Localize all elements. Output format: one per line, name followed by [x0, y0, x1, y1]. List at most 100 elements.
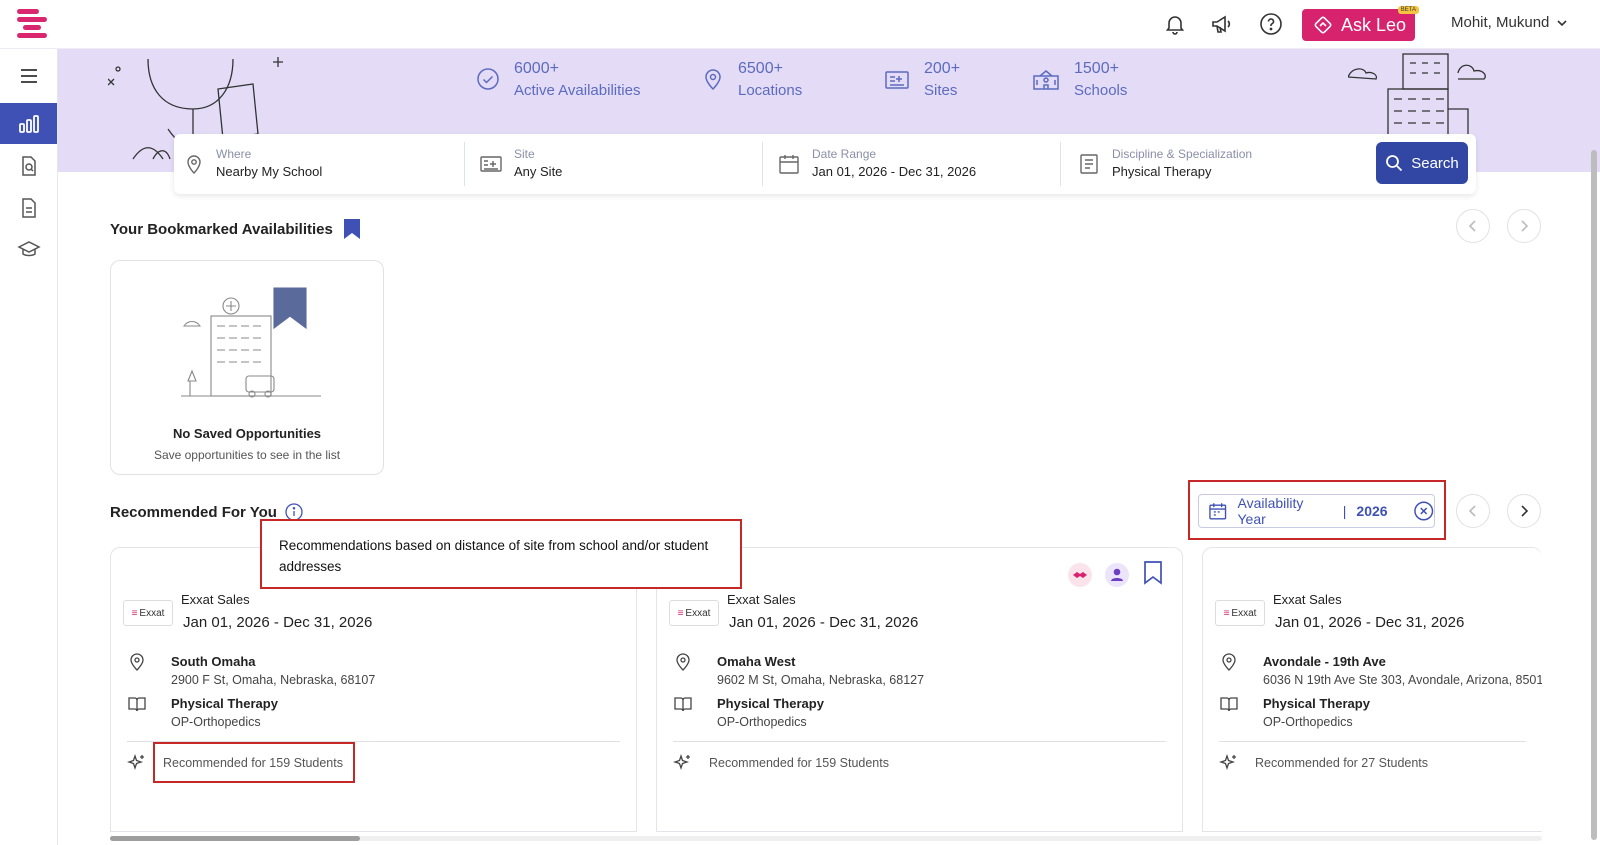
- divider: [1219, 741, 1526, 742]
- sparkle-icon: [673, 753, 690, 771]
- stat-label: Schools: [1074, 82, 1128, 99]
- horizontal-scrollbar-thumb[interactable]: [110, 836, 360, 841]
- card-discipline: Physical Therapy OP-Orthopedics: [673, 694, 824, 732]
- discipline: Physical Therapy: [717, 696, 824, 711]
- recommendation-text: Recommended for 27 Students: [1255, 756, 1429, 770]
- discipline-field[interactable]: Discipline & Specialization Physical Ther…: [1078, 134, 1252, 194]
- clear-filter-icon[interactable]: [1413, 500, 1434, 522]
- stat-number: 200+: [924, 60, 961, 77]
- address: 6036 N 19th Ave Ste 303, Avondale, Arizo…: [1263, 673, 1542, 687]
- vertical-scrollbar[interactable]: [1591, 150, 1597, 840]
- site-field[interactable]: Site Any Site: [480, 134, 562, 194]
- exxat-logo: ≡ Exxat: [123, 600, 173, 626]
- divider: [464, 142, 465, 186]
- dashboard-chart-icon: [18, 114, 39, 133]
- sidebar: [0, 49, 58, 845]
- chevron-right-icon: [1521, 220, 1529, 232]
- card-location: Omaha West 9602 M St, Omaha, Nebraska, 68…: [673, 652, 924, 690]
- chevron-left-icon: [1468, 505, 1476, 517]
- sidebar-item-documents[interactable]: [0, 187, 57, 228]
- site-caption: Site: [514, 147, 535, 161]
- card-dates: Jan 01, 2026 - Dec 31, 2026: [1275, 614, 1465, 631]
- bookmarked-title: Your Bookmarked Availabilities: [110, 220, 333, 238]
- org-name: Exxat Sales: [1273, 592, 1342, 607]
- divider: [1060, 142, 1061, 186]
- check-circle-icon: [477, 68, 499, 90]
- recommendation-info: Recommended for 159 Students: [673, 753, 889, 773]
- sites-icon: [480, 156, 502, 172]
- location-pin-icon: [705, 69, 721, 91]
- empty-title: No Saved Opportunities: [172, 426, 322, 441]
- location-name: Omaha West: [717, 654, 796, 669]
- where-value: Nearby My School: [216, 164, 323, 179]
- bookmarked-prev-button[interactable]: [1456, 209, 1490, 243]
- chevron-down-icon: [1557, 19, 1567, 26]
- date-range-value: Jan 01, 2026 - Dec 31, 2026: [812, 164, 977, 179]
- bell-icon[interactable]: [1163, 12, 1187, 36]
- stat-number: 6000+: [514, 60, 559, 77]
- person-badge-icon[interactable]: [1103, 561, 1131, 589]
- ask-leo-button[interactable]: Ask Leo BETA: [1302, 6, 1419, 41]
- exxat-logo[interactable]: [17, 9, 47, 39]
- discipline-book-icon: [1080, 154, 1098, 174]
- bookmarked-next-button[interactable]: [1507, 209, 1541, 243]
- where-caption: Where: [216, 147, 252, 161]
- divider: [762, 142, 763, 186]
- discipline: Physical Therapy: [171, 696, 278, 711]
- location-name: South Omaha: [171, 654, 256, 669]
- recommended-prev-button[interactable]: [1456, 494, 1490, 528]
- stat-active-availabilities: 6000+ Active Availabilities: [476, 58, 640, 102]
- document-icon: [21, 197, 36, 218]
- stat-number: 6500+: [738, 60, 783, 77]
- menu-icon[interactable]: [0, 55, 57, 96]
- stat-label: Active Availabilities: [514, 82, 641, 99]
- search-button[interactable]: Search: [1376, 142, 1468, 184]
- location-pin-icon: [187, 155, 201, 174]
- recommendation-card[interactable]: ≡ Exxat Exxat Sales Jan 01, 2026 - Dec 31…: [1202, 547, 1542, 832]
- recommendation-card[interactable]: ≡ Exxat Exxat Sales Jan 01, 2026 - Dec 31…: [656, 547, 1183, 832]
- card-location: Avondale - 19th Ave 6036 N 19th Ave Ste 3…: [1219, 652, 1542, 690]
- recommendation-text: Recommended for 159 Students: [709, 756, 889, 770]
- bookmark-outline-icon[interactable]: [1143, 560, 1163, 586]
- discipline: Physical Therapy: [1263, 696, 1370, 711]
- discipline-caption: Discipline & Specialization: [1112, 147, 1253, 161]
- date-range-field[interactable]: Date Range Jan 01, 2026 - Dec 31, 2026: [778, 134, 976, 194]
- exxat-logo: ≡ Exxat: [1215, 600, 1265, 626]
- search-icon: [1386, 155, 1403, 172]
- location-pin-icon: [676, 653, 690, 671]
- sidebar-item-education[interactable]: [0, 229, 57, 270]
- chevron-left-icon: [1468, 220, 1476, 232]
- chevron-right-icon: [1521, 505, 1529, 517]
- org-name: Exxat Sales: [727, 592, 796, 607]
- document-search-icon: [21, 155, 36, 176]
- recommendation-info: Recommended for 27 Students: [1219, 753, 1428, 773]
- sidebar-item-search-documents[interactable]: [0, 145, 57, 186]
- stat-sites: 200+ Sites: [884, 58, 960, 102]
- sparkle-icon: [1219, 753, 1236, 771]
- calendar-icon: [779, 155, 799, 174]
- user-menu[interactable]: Mohit, Mukund: [1451, 14, 1569, 31]
- date-range-caption: Date Range: [812, 147, 877, 161]
- site-value: Any Site: [514, 164, 563, 179]
- filter-label: Availability Year: [1237, 495, 1304, 527]
- stat-locations: 6500+ Locations: [702, 58, 802, 102]
- card-dates: Jan 01, 2026 - Dec 31, 2026: [183, 614, 373, 631]
- megaphone-icon[interactable]: [1210, 12, 1234, 36]
- calendar-icon: [1209, 503, 1227, 520]
- availability-year-filter[interactable]: Availability Year | 2026: [1198, 494, 1435, 528]
- beta-badge: BETA: [1397, 6, 1419, 14]
- recommendation-card[interactable]: ≡ Exxat Exxat Sales Jan 01, 2026 - Dec 31…: [110, 547, 637, 832]
- card-location: South Omaha 2900 F St, Omaha, Nebraska, 6…: [127, 652, 375, 690]
- discipline-value: Physical Therapy: [1112, 164, 1212, 179]
- sidebar-item-dashboard[interactable]: [0, 103, 57, 144]
- sites-icon: [885, 71, 909, 89]
- handshake-badge-icon[interactable]: [1066, 561, 1094, 589]
- top-bar: Ask Leo BETA Mohit, Mukund: [0, 0, 1600, 49]
- recommendation-tooltip: Recommendations based on distance of sit…: [260, 519, 742, 589]
- specialization: OP-Orthopedics: [171, 715, 261, 729]
- recommended-next-button[interactable]: [1507, 494, 1541, 528]
- location-pin-icon: [130, 653, 144, 671]
- graduation-cap-icon: [16, 240, 41, 256]
- where-field[interactable]: Where Nearby My School: [184, 134, 322, 194]
- help-icon[interactable]: [1259, 12, 1283, 36]
